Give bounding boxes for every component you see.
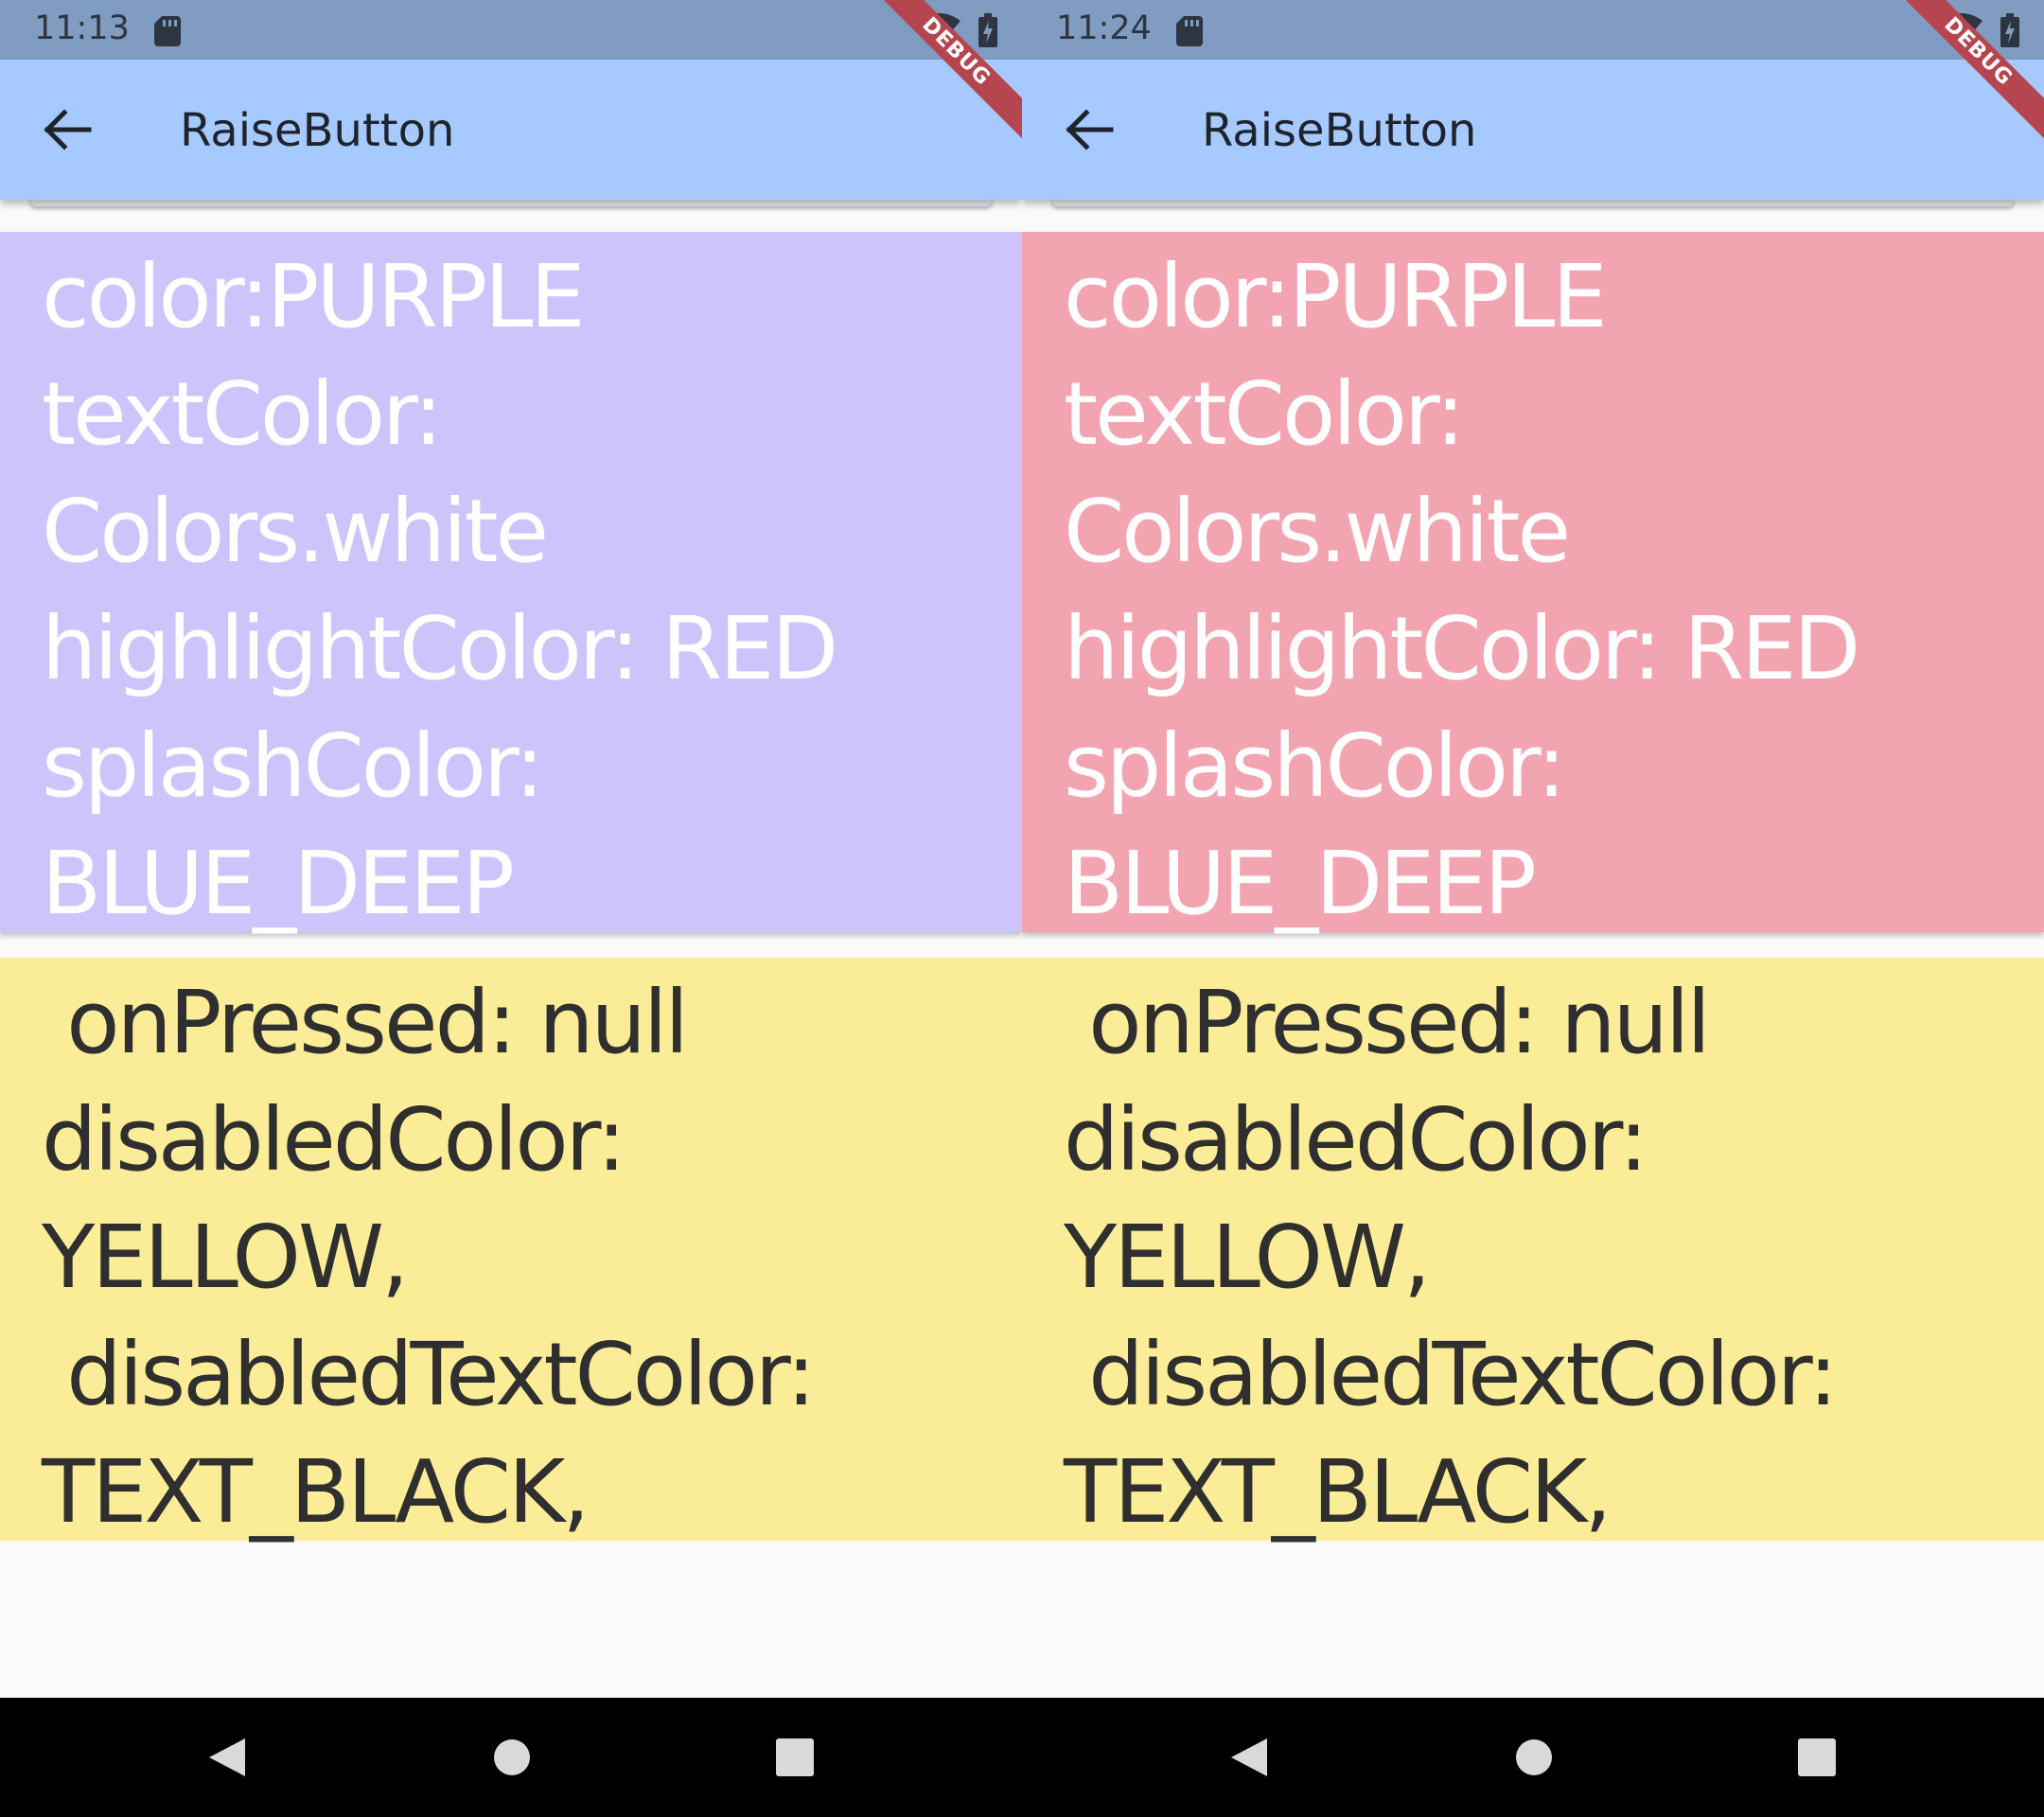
recents-square-icon[interactable] xyxy=(1795,1735,1839,1780)
wifi-off-icon xyxy=(1940,13,1982,45)
label-line: Colors.white xyxy=(1064,481,1571,582)
label-line: onPressed: null xyxy=(42,972,689,1073)
app-bar: RaiseButton xyxy=(0,60,1022,200)
recents-square-icon[interactable] xyxy=(773,1735,817,1780)
label-line: textColor: xyxy=(42,363,443,465)
status-icons xyxy=(1940,13,2019,51)
navigation-bar xyxy=(0,1698,1022,1817)
label-line: disabledTextColor: xyxy=(1064,1324,1838,1425)
app-bar: RaiseButton xyxy=(1022,60,2044,200)
label-line: disabledTextColor: xyxy=(42,1324,816,1425)
label-line: TEXT_BLACK, xyxy=(1064,1441,1612,1543)
label-line: highlightColor: RED xyxy=(1064,598,1860,699)
label-line: Colors.white xyxy=(42,481,549,582)
sd-card-icon xyxy=(154,16,181,46)
button-label: color:PURPLE textColor: Colors.white hig… xyxy=(1064,232,2044,943)
back-arrow-icon[interactable] xyxy=(44,105,93,154)
label-line: YELLOW, xyxy=(42,1207,409,1308)
home-circle-icon[interactable] xyxy=(490,1735,534,1780)
label-line: highlightColor: RED xyxy=(42,598,838,699)
label-line: onPressed: null xyxy=(1064,972,1711,1073)
page-title: RaiseButton xyxy=(1202,104,1477,157)
label-line: TEXT_BLACK, xyxy=(42,1441,590,1543)
label-line: BLUE_DEEP xyxy=(1064,833,1537,934)
label-line: color:PURPLE xyxy=(1064,246,1608,347)
label-line: splashColor: xyxy=(42,715,544,817)
label-line: splashColor: xyxy=(1064,715,1566,817)
disabled-raised-button: onPressed: null disabledColor: YELLOW, d… xyxy=(1022,958,2044,1543)
status-icons xyxy=(918,13,997,51)
status-bar: 11:24 xyxy=(1022,0,2044,60)
phone-screen-right: 11:24 RaiseButton DEBUG color:PURPLE tex… xyxy=(1022,0,2044,1817)
button-label: color:PURPLE textColor: Colors.white hig… xyxy=(42,232,1022,943)
label-line: disabledColor: xyxy=(1064,1089,1648,1191)
page-title: RaiseButton xyxy=(180,104,455,157)
back-arrow-icon[interactable] xyxy=(1066,105,1115,154)
label-line: YELLOW, xyxy=(1064,1207,1431,1308)
status-time: 11:13 xyxy=(34,9,130,47)
phone-screen-left: 11:13 RaiseButton DEBUG color:PURPLE tex… xyxy=(0,0,1022,1817)
enabled-raised-button[interactable]: color:PURPLE textColor: Colors.white hig… xyxy=(1022,232,2044,934)
navigation-bar xyxy=(1022,1698,2044,1817)
status-bar: 11:13 xyxy=(0,0,1022,60)
enabled-raised-button[interactable]: color:PURPLE textColor: Colors.white hig… xyxy=(0,232,1022,934)
battery-icon xyxy=(978,13,997,47)
battery-icon xyxy=(2000,13,2019,47)
back-triangle-icon[interactable] xyxy=(205,1735,249,1780)
disabled-raised-button: onPressed: null disabledColor: YELLOW, d… xyxy=(0,958,1022,1543)
label-line: color:PURPLE xyxy=(42,246,586,347)
home-circle-icon[interactable] xyxy=(1512,1735,1556,1780)
status-time: 11:24 xyxy=(1056,9,1152,47)
label-line: disabledColor: xyxy=(42,1089,626,1191)
button-label: onPressed: null disabledColor: YELLOW, d… xyxy=(42,958,1022,1551)
label-line: BLUE_DEEP xyxy=(42,833,515,934)
label-line: textColor: xyxy=(1064,363,1465,465)
wifi-off-icon xyxy=(918,13,960,45)
back-triangle-icon[interactable] xyxy=(1227,1735,1271,1780)
button-label: onPressed: null disabledColor: YELLOW, d… xyxy=(1064,958,2044,1551)
sd-card-icon xyxy=(1176,16,1203,46)
